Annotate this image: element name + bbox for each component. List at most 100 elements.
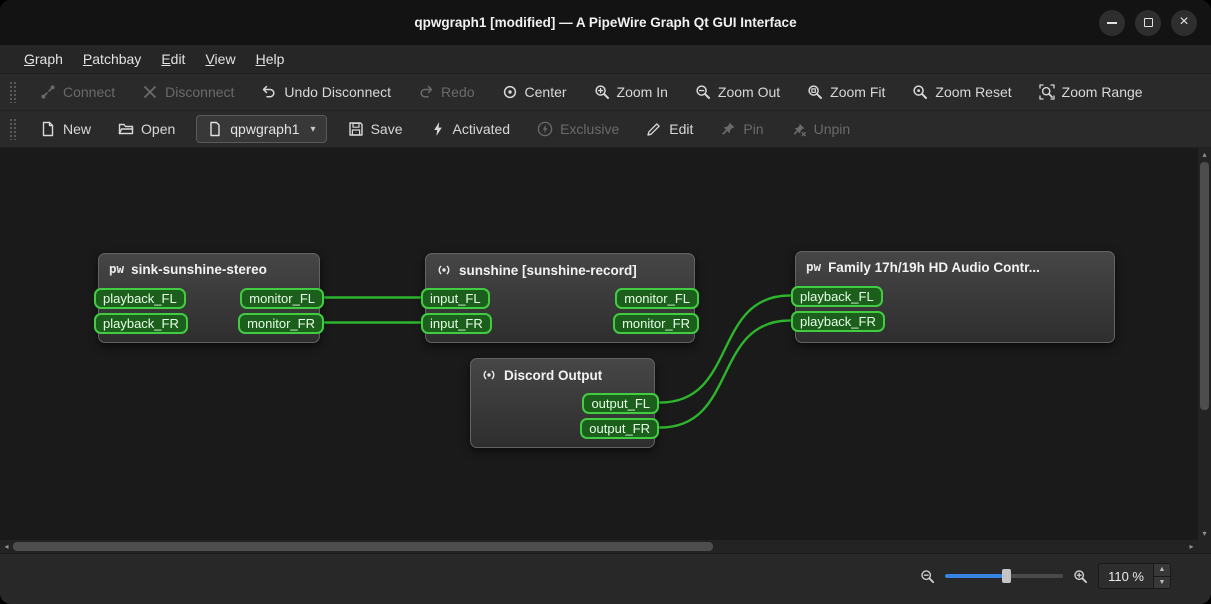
port-playback_FR[interactable]: playback_FR <box>94 313 188 334</box>
center-icon <box>502 84 518 100</box>
port-monitor_FL[interactable]: monitor_FL <box>615 288 699 309</box>
tool-save-button[interactable]: Save <box>337 115 414 143</box>
zoom-range-icon <box>1038 84 1055 100</box>
node-title: sink-sunshine-stereo <box>131 262 267 277</box>
tool-label: Activated <box>452 121 511 137</box>
port-playback_FL[interactable]: playback_FL <box>94 288 186 309</box>
tool-exclusive-button[interactable]: Exclusive <box>526 115 630 143</box>
save-icon <box>348 121 364 137</box>
tool-label: Pin <box>743 121 764 137</box>
tool-undo-disconnect-button[interactable]: Undo Disconnect <box>250 78 402 106</box>
menu-edit[interactable]: Edit <box>151 45 195 73</box>
zoom-out-icon[interactable] <box>920 569 935 584</box>
minimize-button[interactable] <box>1099 9 1125 36</box>
scroll-left-button[interactable]: ◂ <box>0 540 13 553</box>
graph-toolbar: Connect Disconnect Undo Disconnect Redo Cent… <box>0 74 1211 111</box>
zoom-value: 110 % <box>1108 568 1144 584</box>
horizontal-scrollbar[interactable]: ◂ ▸ <box>0 540 1198 553</box>
port-monitor_FR[interactable]: monitor_FR <box>613 313 699 334</box>
pipewire-icon: pw <box>109 261 125 277</box>
port-monitor_FL[interactable]: monitor_FL <box>240 288 324 309</box>
node-header[interactable]: pw Family 17h/19h HD Audio Contr... <box>796 252 1114 275</box>
zoom-fit-icon <box>807 84 823 100</box>
tool-zoom-fit-button[interactable]: Zoom Fit <box>796 78 896 106</box>
tool-disconnect-button[interactable]: Disconnect <box>131 78 245 106</box>
scroll-right-button[interactable]: ▸ <box>1185 540 1198 553</box>
audio-icon <box>436 262 452 278</box>
tool-unpin-button[interactable]: Unpin <box>780 115 862 143</box>
zoom-in-icon[interactable] <box>1073 569 1088 584</box>
zoom-slider[interactable] <box>945 568 1064 584</box>
node-title: Discord Output <box>504 367 603 383</box>
tool-open-button[interactable]: Open <box>107 115 186 143</box>
vertical-scrollbar[interactable]: ▴ ▾ <box>1198 148 1211 540</box>
node-discord-output[interactable]: Discord Output output_FL output_FR <box>470 358 659 448</box>
window-title: qpwgraph1 [modified] — A PipeWire Graph … <box>414 15 797 30</box>
zoom-reset-icon <box>912 84 928 100</box>
zoom-slider-handle[interactable] <box>1002 569 1012 583</box>
port-input_FL[interactable]: input_FL <box>421 288 490 309</box>
tool-zoom-out-button[interactable]: Zoom Out <box>684 78 791 106</box>
menu-help[interactable]: Help <box>246 45 295 73</box>
zoom-spinbox[interactable]: 110 % ▲ ▼ <box>1098 563 1171 589</box>
main-area: pw sink-sunshine-stereo playback_FL playbac… <box>0 148 1211 553</box>
zoom-out-icon <box>695 84 711 100</box>
file-icon <box>207 121 223 137</box>
menu-graph[interactable]: Graph <box>14 45 73 73</box>
tool-connect-button[interactable]: Connect <box>29 78 126 106</box>
zoom-controls: 110 % ▲ ▼ <box>920 563 1171 589</box>
open-icon <box>118 121 134 137</box>
node-header[interactable]: Discord Output <box>471 359 654 383</box>
scrollbar-corner <box>1198 540 1211 553</box>
port-output_FL[interactable]: output_FL <box>582 393 659 414</box>
minimize-icon <box>1107 21 1117 24</box>
pipewire-icon: pw <box>806 259 822 275</box>
tool-zoom-reset-button[interactable]: Zoom Reset <box>901 78 1022 106</box>
tool-edit-button[interactable]: Edit <box>635 115 704 143</box>
tool-label: Edit <box>669 121 694 137</box>
tool-zoom-in-button[interactable]: Zoom In <box>583 78 679 106</box>
tool-label: New <box>63 121 92 137</box>
patchbay-file-combo[interactable]: qpwgraph1 ▾ <box>196 115 327 143</box>
port-output_FR[interactable]: output_FR <box>580 418 659 439</box>
redo-icon <box>418 84 434 100</box>
combo-label: qpwgraph1 <box>230 121 300 137</box>
vertical-scroll-thumb[interactable] <box>1200 162 1209 410</box>
port-monitor_FR[interactable]: monitor_FR <box>238 313 324 334</box>
node-header[interactable]: pw sink-sunshine-stereo <box>99 254 319 277</box>
menu-patchbay[interactable]: Patchbay <box>73 45 151 73</box>
maximize-button[interactable] <box>1135 9 1161 36</box>
spin-down-button[interactable]: ▼ <box>1154 576 1170 588</box>
scroll-up-button[interactable]: ▴ <box>1198 148 1211 161</box>
node-sunshine[interactable]: sunshine [sunshine-record] input_FL input_… <box>421 253 699 343</box>
tool-label: Zoom Out <box>717 84 781 100</box>
horizontal-scroll-thumb[interactable] <box>13 542 713 551</box>
port-input_FR[interactable]: input_FR <box>421 313 492 334</box>
undo-icon <box>261 84 277 100</box>
maximize-icon <box>1143 18 1153 27</box>
close-icon: × <box>1179 12 1189 30</box>
titlebar[interactable]: qpwgraph1 [modified] — A PipeWire Graph … <box>0 0 1211 45</box>
tool-zoom-range-button[interactable]: Zoom Range <box>1028 78 1154 106</box>
tool-activated-button[interactable]: Activated <box>419 115 522 143</box>
pin-icon <box>720 121 736 137</box>
graph-toolbar-drag-handle[interactable] <box>9 81 17 103</box>
spin-up-button[interactable]: ▲ <box>1154 564 1170 577</box>
menu-view[interactable]: View <box>195 45 245 73</box>
tool-pin-button[interactable]: Pin <box>709 115 774 143</box>
node-family-hd-audio[interactable]: pw Family 17h/19h HD Audio Contr... playba… <box>791 251 1115 343</box>
node-sink-sunshine-stereo[interactable]: pw sink-sunshine-stereo playback_FLplaybac… <box>94 253 324 343</box>
port-playback_FR[interactable]: playback_FR <box>791 311 885 332</box>
tool-redo-button[interactable]: Redo <box>407 78 485 106</box>
tool-new-button[interactable]: New <box>29 115 102 143</box>
window-controls: × <box>1099 0 1197 45</box>
tool-center-button[interactable]: Center <box>491 78 578 106</box>
node-header[interactable]: sunshine [sunshine-record] <box>426 254 694 278</box>
edges-layer <box>323 294 792 429</box>
scroll-down-button[interactable]: ▾ <box>1198 527 1211 540</box>
port-playback_FL[interactable]: playback_FL <box>791 286 883 307</box>
file-toolbar-drag-handle[interactable] <box>9 118 17 140</box>
tool-label: Zoom Range <box>1061 84 1143 100</box>
close-button[interactable]: × <box>1171 9 1197 36</box>
graph-canvas[interactable]: pw sink-sunshine-stereo playback_FL playbac… <box>0 148 1198 540</box>
